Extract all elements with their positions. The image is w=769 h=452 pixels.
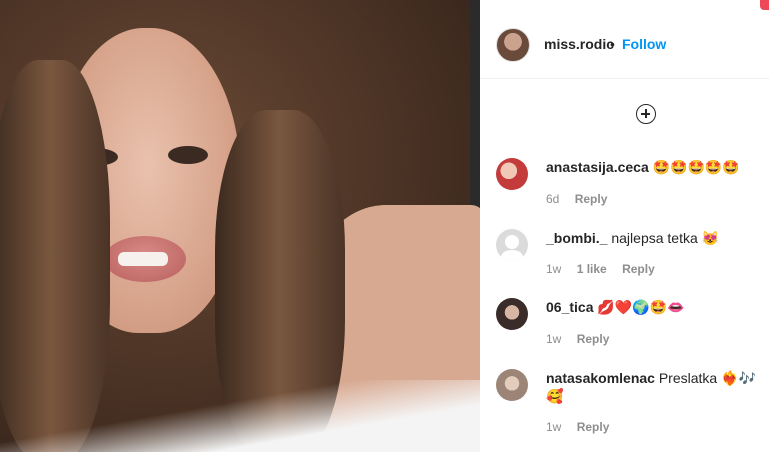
follow-button[interactable]: Follow (622, 36, 666, 52)
plus-circle-icon[interactable] (636, 104, 656, 124)
comment-text: najlepsa tetka 😻 (611, 230, 720, 246)
photo-top-clothing (0, 380, 480, 452)
comment-item: anastasija.ceca 🤩🤩🤩🤩🤩 6d Reply (496, 158, 756, 208)
comment-body: natasakomlenac Preslatka ❤️‍🔥🎶🥰 (546, 369, 756, 405)
reply-button[interactable]: Reply (575, 192, 608, 206)
commenter-username[interactable]: _bombi._ (546, 230, 607, 246)
separator-dot: • (610, 36, 615, 52)
photo-teeth (118, 252, 168, 266)
comment-body: anastasija.ceca 🤩🤩🤩🤩🤩 (546, 158, 756, 176)
photo-eye-right (168, 146, 208, 164)
comment-text: 💋❤️🌍🤩👄 (597, 299, 685, 315)
comment-body: 06_tica 💋❤️🌍🤩👄 (546, 298, 756, 316)
author-avatar[interactable] (496, 28, 530, 62)
comment-meta: 6d Reply (546, 192, 619, 206)
comment-meta: 1w Reply (546, 420, 621, 434)
notification-indicator (760, 0, 769, 10)
commenter-username[interactable]: natasakomlenac (546, 370, 655, 386)
comment-item: natasakomlenac Preslatka ❤️‍🔥🎶🥰 1w Reply (496, 369, 756, 439)
comment-time[interactable]: 1w (546, 420, 561, 434)
commenter-avatar[interactable] (496, 298, 528, 330)
reply-button[interactable]: Reply (577, 332, 610, 346)
comment-meta: 1w 1 like Reply (546, 262, 667, 276)
comment-item: 06_tica 💋❤️🌍🤩👄 1w Reply (496, 298, 756, 348)
comment-meta: 1w Reply (546, 332, 621, 346)
comment-time[interactable]: 6d (546, 192, 559, 206)
commenter-avatar[interactable] (496, 158, 528, 190)
commenter-avatar[interactable] (496, 229, 528, 261)
reply-button[interactable]: Reply (622, 262, 655, 276)
comment-body: _bombi._ najlepsa tetka 😻 (546, 229, 756, 247)
post-photo[interactable] (0, 0, 480, 452)
comment-text: 🤩🤩🤩🤩🤩 (652, 159, 740, 175)
comment-time[interactable]: 1w (546, 332, 561, 346)
comment-item: _bombi._ najlepsa tetka 😻 1w 1 like Repl… (496, 229, 756, 279)
comment-time[interactable]: 1w (546, 262, 561, 276)
post-header: miss.rodic • Follow (480, 0, 769, 79)
commenter-username[interactable]: 06_tica (546, 299, 593, 315)
author-username[interactable]: miss.rodic (544, 36, 614, 52)
commenter-avatar[interactable] (496, 369, 528, 401)
comment-likes[interactable]: 1 like (577, 262, 607, 276)
commenter-username[interactable]: anastasija.ceca (546, 159, 649, 175)
reply-button[interactable]: Reply (577, 420, 610, 434)
